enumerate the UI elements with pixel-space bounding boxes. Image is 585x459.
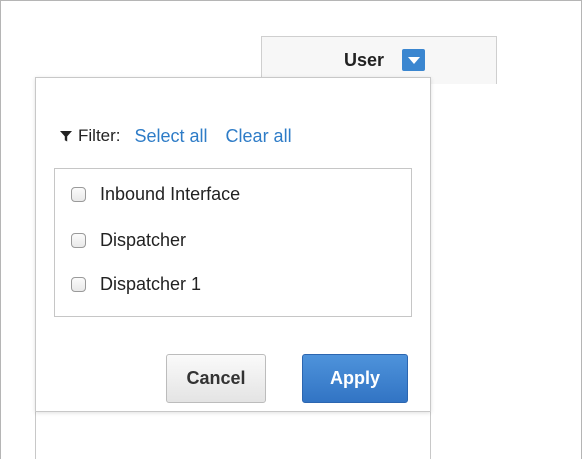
caret-down-icon xyxy=(408,57,420,64)
funnel-icon xyxy=(59,129,73,143)
option-label: Inbound Interface xyxy=(100,183,241,204)
option-label: Dispatcher xyxy=(100,229,187,250)
cancel-button[interactable]: Cancel xyxy=(166,354,266,403)
checkbox[interactable] xyxy=(71,276,86,292)
column-header-label: User xyxy=(344,50,385,70)
clear-all-link[interactable]: Clear all xyxy=(226,126,292,147)
checkbox[interactable] xyxy=(71,186,86,202)
option-dispatcher[interactable]: Dispatcher xyxy=(71,228,186,252)
checkbox[interactable] xyxy=(71,232,86,248)
grid-column-divider xyxy=(35,411,431,459)
filter-popup: Filter: Select all Clear all Inbound Int… xyxy=(35,77,431,412)
apply-button[interactable]: Apply xyxy=(302,354,408,403)
option-label: Dispatcher 1 xyxy=(100,273,202,294)
column-filter-dropdown-button[interactable] xyxy=(402,49,425,71)
option-dispatcher-1[interactable]: Dispatcher 1 xyxy=(71,272,201,296)
filter-label: Filter: xyxy=(78,126,121,145)
filter-toolbar: Filter: Select all Clear all xyxy=(59,124,310,148)
filter-options-list: Inbound Interface Dispatcher Dispatcher … xyxy=(54,168,412,317)
option-inbound-interface[interactable]: Inbound Interface xyxy=(71,182,240,206)
select-all-link[interactable]: Select all xyxy=(135,126,208,147)
